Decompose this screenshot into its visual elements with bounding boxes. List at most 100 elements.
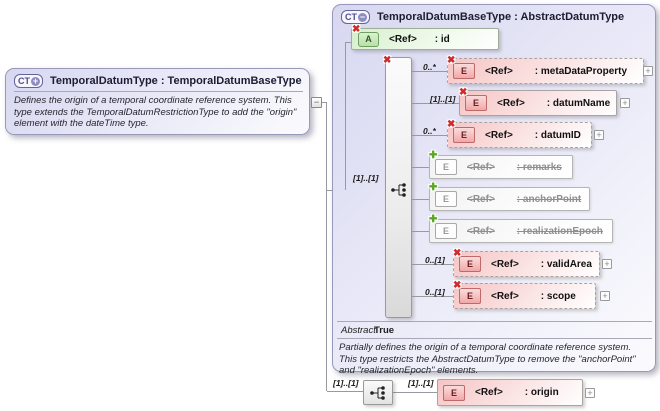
left-box-description: Defines the origin of a temporal coordin… bbox=[14, 95, 297, 130]
element-ref: <Ref> bbox=[497, 97, 525, 109]
element-icon: E ✖ bbox=[447, 120, 475, 143]
divider bbox=[337, 338, 652, 339]
element-ref: <Ref> bbox=[485, 65, 513, 77]
occurrence-label: 0..[1] bbox=[425, 287, 445, 297]
collapse-toggle[interactable]: − bbox=[311, 97, 322, 108]
element-name: : remarks bbox=[516, 161, 562, 173]
occurrence-label: 0..* bbox=[423, 126, 436, 136]
connector-line bbox=[326, 102, 327, 391]
right-box-title: TemporalDatumBaseType : AbstractDatumTyp… bbox=[377, 11, 625, 23]
complex-type-icon-text: CT bbox=[345, 12, 357, 22]
abstract-label: Abstract bbox=[341, 325, 376, 336]
element-icon: E ✖ bbox=[459, 88, 487, 111]
occurrence-label: 0..* bbox=[423, 62, 436, 72]
divider bbox=[337, 321, 652, 322]
removed-x-icon: ✖ bbox=[453, 248, 462, 259]
element-name: : origin bbox=[524, 387, 559, 398]
occurrence-label: [1]..[1] bbox=[408, 378, 434, 388]
element-row-validarea[interactable]: E ✖ <Ref> : validArea bbox=[453, 249, 600, 277]
connector-line bbox=[345, 42, 346, 190]
element-icon: E bbox=[443, 384, 465, 401]
element-ref: <Ref> bbox=[491, 258, 519, 270]
element-name: : datumName bbox=[546, 97, 611, 109]
removed-x-icon: ✖ bbox=[383, 55, 392, 66]
element-icon: E ✚ bbox=[429, 183, 457, 207]
element-icon: E ✖ bbox=[447, 56, 475, 79]
attribute-ref: <Ref> bbox=[389, 33, 417, 45]
element-icon: E ✚ bbox=[429, 151, 457, 175]
expand-icon: + bbox=[31, 75, 40, 86]
removed-x-icon: ✖ bbox=[352, 23, 361, 35]
added-plus-icon: ✚ bbox=[429, 150, 438, 161]
removed-x-icon: ✖ bbox=[459, 87, 468, 98]
element-icon-letter: E bbox=[442, 162, 449, 172]
added-plus-icon: ✚ bbox=[429, 214, 438, 225]
element-icon: E ✚ bbox=[429, 215, 457, 239]
connector-line bbox=[327, 391, 363, 392]
sequence-compositor[interactable] bbox=[363, 380, 393, 405]
expand-button[interactable]: + bbox=[585, 388, 595, 398]
element-ref: <Ref> bbox=[467, 225, 495, 237]
element-row-origin[interactable]: E <Ref> : origin bbox=[437, 379, 583, 406]
attribute-row-id[interactable]: A ✖ <Ref> : id bbox=[351, 24, 499, 50]
element-icon-letter: E bbox=[466, 259, 473, 269]
element-row-datumname[interactable]: E ✖ <Ref> : datumName bbox=[459, 88, 617, 116]
complex-type-icon-text: CT bbox=[18, 76, 30, 86]
connector-line bbox=[412, 167, 429, 168]
element-ref: <Ref> bbox=[491, 290, 519, 302]
element-ref: <Ref> bbox=[475, 387, 503, 398]
element-icon-letter: E bbox=[460, 130, 467, 140]
element-icon-letter: E bbox=[442, 194, 449, 204]
attribute-icon: A ✖ bbox=[352, 24, 379, 47]
element-name: : metaDataProperty bbox=[534, 65, 628, 77]
attribute-icon-letter: A bbox=[365, 34, 372, 44]
occurrence-label: 0..[1] bbox=[425, 255, 445, 265]
element-icon-letter: E bbox=[472, 98, 479, 108]
left-box-title: TemporalDatumType : TemporalDatumBaseTyp… bbox=[50, 75, 302, 87]
element-name: : scope bbox=[540, 290, 576, 302]
removed-x-icon: ✖ bbox=[447, 119, 456, 130]
element-ref: <Ref> bbox=[467, 193, 495, 205]
complex-type-icon: CT + bbox=[14, 74, 43, 88]
occurrence-label: [1]..[1] bbox=[430, 94, 456, 104]
element-icon-letter: E bbox=[442, 226, 449, 236]
occurrence-label: [1]..[1] bbox=[333, 378, 359, 388]
element-ref: <Ref> bbox=[467, 161, 495, 173]
expand-button[interactable]: + bbox=[602, 259, 612, 269]
occurrence-label: [1]..[1] bbox=[353, 173, 379, 183]
element-row-metadataproperty[interactable]: E ✖ <Ref> : metaDataProperty bbox=[447, 56, 644, 84]
element-row-scope[interactable]: E ✖ <Ref> : scope bbox=[453, 281, 596, 309]
element-icon-letter: E bbox=[466, 291, 473, 301]
element-icon-letter: E bbox=[450, 387, 457, 398]
element-ref: <Ref> bbox=[485, 129, 513, 141]
element-row-anchorpoint[interactable]: E ✚ <Ref> : anchorPoint bbox=[429, 183, 590, 211]
connector-line bbox=[393, 392, 437, 393]
divider bbox=[14, 91, 303, 92]
expand-button[interactable]: + bbox=[643, 66, 653, 76]
temporal-datum-base-type-header: CT − TemporalDatumBaseType : AbstractDat… bbox=[333, 5, 655, 27]
expand-button[interactable]: + bbox=[594, 130, 604, 140]
element-icon: E ✖ bbox=[453, 281, 481, 304]
element-row-datumid[interactable]: E ✖ <Ref> : datumID bbox=[447, 120, 592, 148]
element-name: : anchorPoint bbox=[516, 193, 582, 205]
element-icon: E ✖ bbox=[453, 249, 481, 272]
attribute-name: : id bbox=[434, 33, 450, 45]
element-row-remarks[interactable]: E ✚ <Ref> : remarks bbox=[429, 151, 573, 179]
sequence-icon bbox=[370, 385, 385, 400]
element-name: : datumID bbox=[534, 129, 581, 141]
connector-line bbox=[412, 231, 429, 232]
right-box-description: Partially defines the origin of a tempor… bbox=[339, 342, 636, 377]
temporal-datum-type-header: CT + TemporalDatumType : TemporalDatumBa… bbox=[6, 69, 309, 91]
temporal-datum-type-box[interactable]: CT + TemporalDatumType : TemporalDatumBa… bbox=[5, 68, 310, 135]
connector-line bbox=[412, 199, 429, 200]
expand-button[interactable]: + bbox=[620, 98, 630, 108]
element-name: : validArea bbox=[540, 258, 592, 270]
element-row-realizationepoch[interactable]: E ✚ <Ref> : realizationEpoch bbox=[429, 215, 613, 243]
abstract-value: True bbox=[374, 325, 395, 336]
added-plus-icon: ✚ bbox=[429, 182, 438, 193]
element-name: : realizationEpoch bbox=[516, 225, 603, 237]
collapse-icon: − bbox=[358, 11, 367, 22]
expand-button[interactable]: + bbox=[600, 291, 610, 301]
xsd-diagram: CT + TemporalDatumType : TemporalDatumBa… bbox=[0, 0, 660, 411]
removed-x-icon: ✖ bbox=[447, 55, 456, 66]
